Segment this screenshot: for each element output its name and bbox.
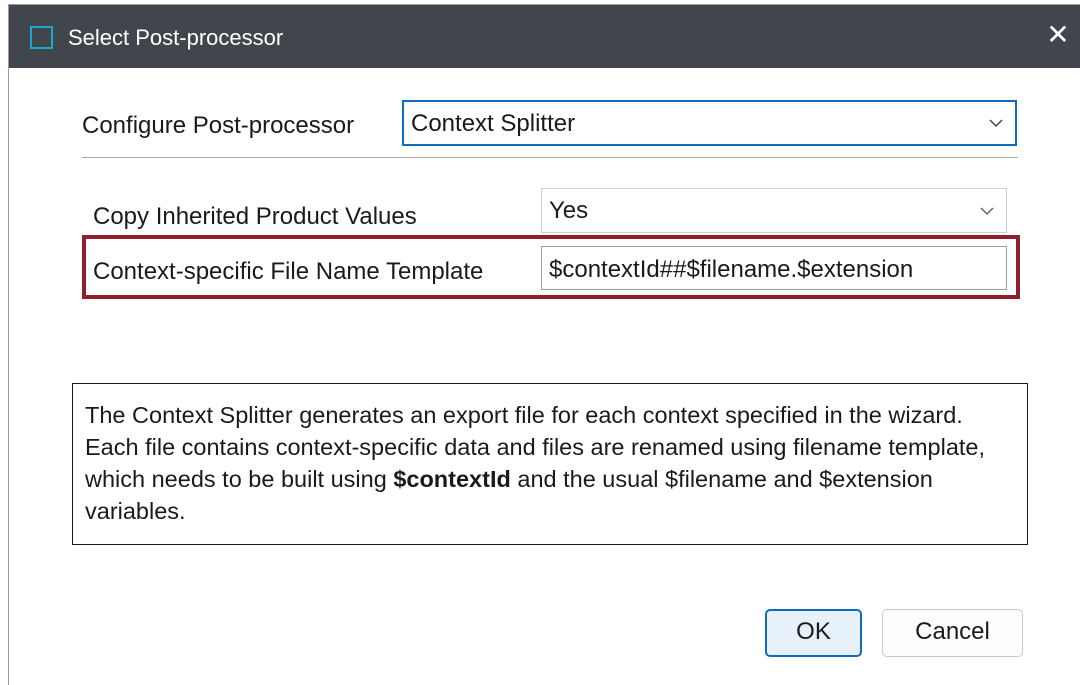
copy-inherited-label: Copy Inherited Product Values (93, 203, 417, 230)
close-icon[interactable]: ✕ (1042, 19, 1074, 51)
post-processor-value: Context Splitter (411, 110, 576, 137)
window-title: Select Post-processor (68, 25, 284, 50)
filename-template-label: Context-specific File Name Template (93, 258, 484, 285)
filename-template-input[interactable]: $contextId##$filename.$extension (541, 246, 1007, 290)
ok-button[interactable]: OK (765, 609, 862, 657)
chevron-down-icon (980, 207, 994, 216)
select-post-processor-dialog: Select Post-processor ✕ Configure Post-p… (8, 4, 1080, 685)
window-icon (30, 26, 53, 49)
chevron-down-icon (989, 119, 1003, 128)
description-bold-variable: $contextId (393, 466, 511, 492)
description-box: The Context Splitter generates an export… (72, 383, 1028, 545)
cancel-button[interactable]: Cancel (882, 609, 1023, 657)
post-processor-dropdown[interactable]: Context Splitter (402, 100, 1017, 146)
copy-inherited-value: Yes (549, 197, 589, 224)
separator (82, 157, 1018, 158)
filename-template-value: $contextId##$filename.$extension (549, 256, 914, 283)
title-bar: Select Post-processor ✕ (9, 5, 1080, 68)
copy-inherited-dropdown[interactable]: Yes (541, 188, 1007, 233)
configure-post-processor-label: Configure Post-processor (82, 112, 355, 139)
